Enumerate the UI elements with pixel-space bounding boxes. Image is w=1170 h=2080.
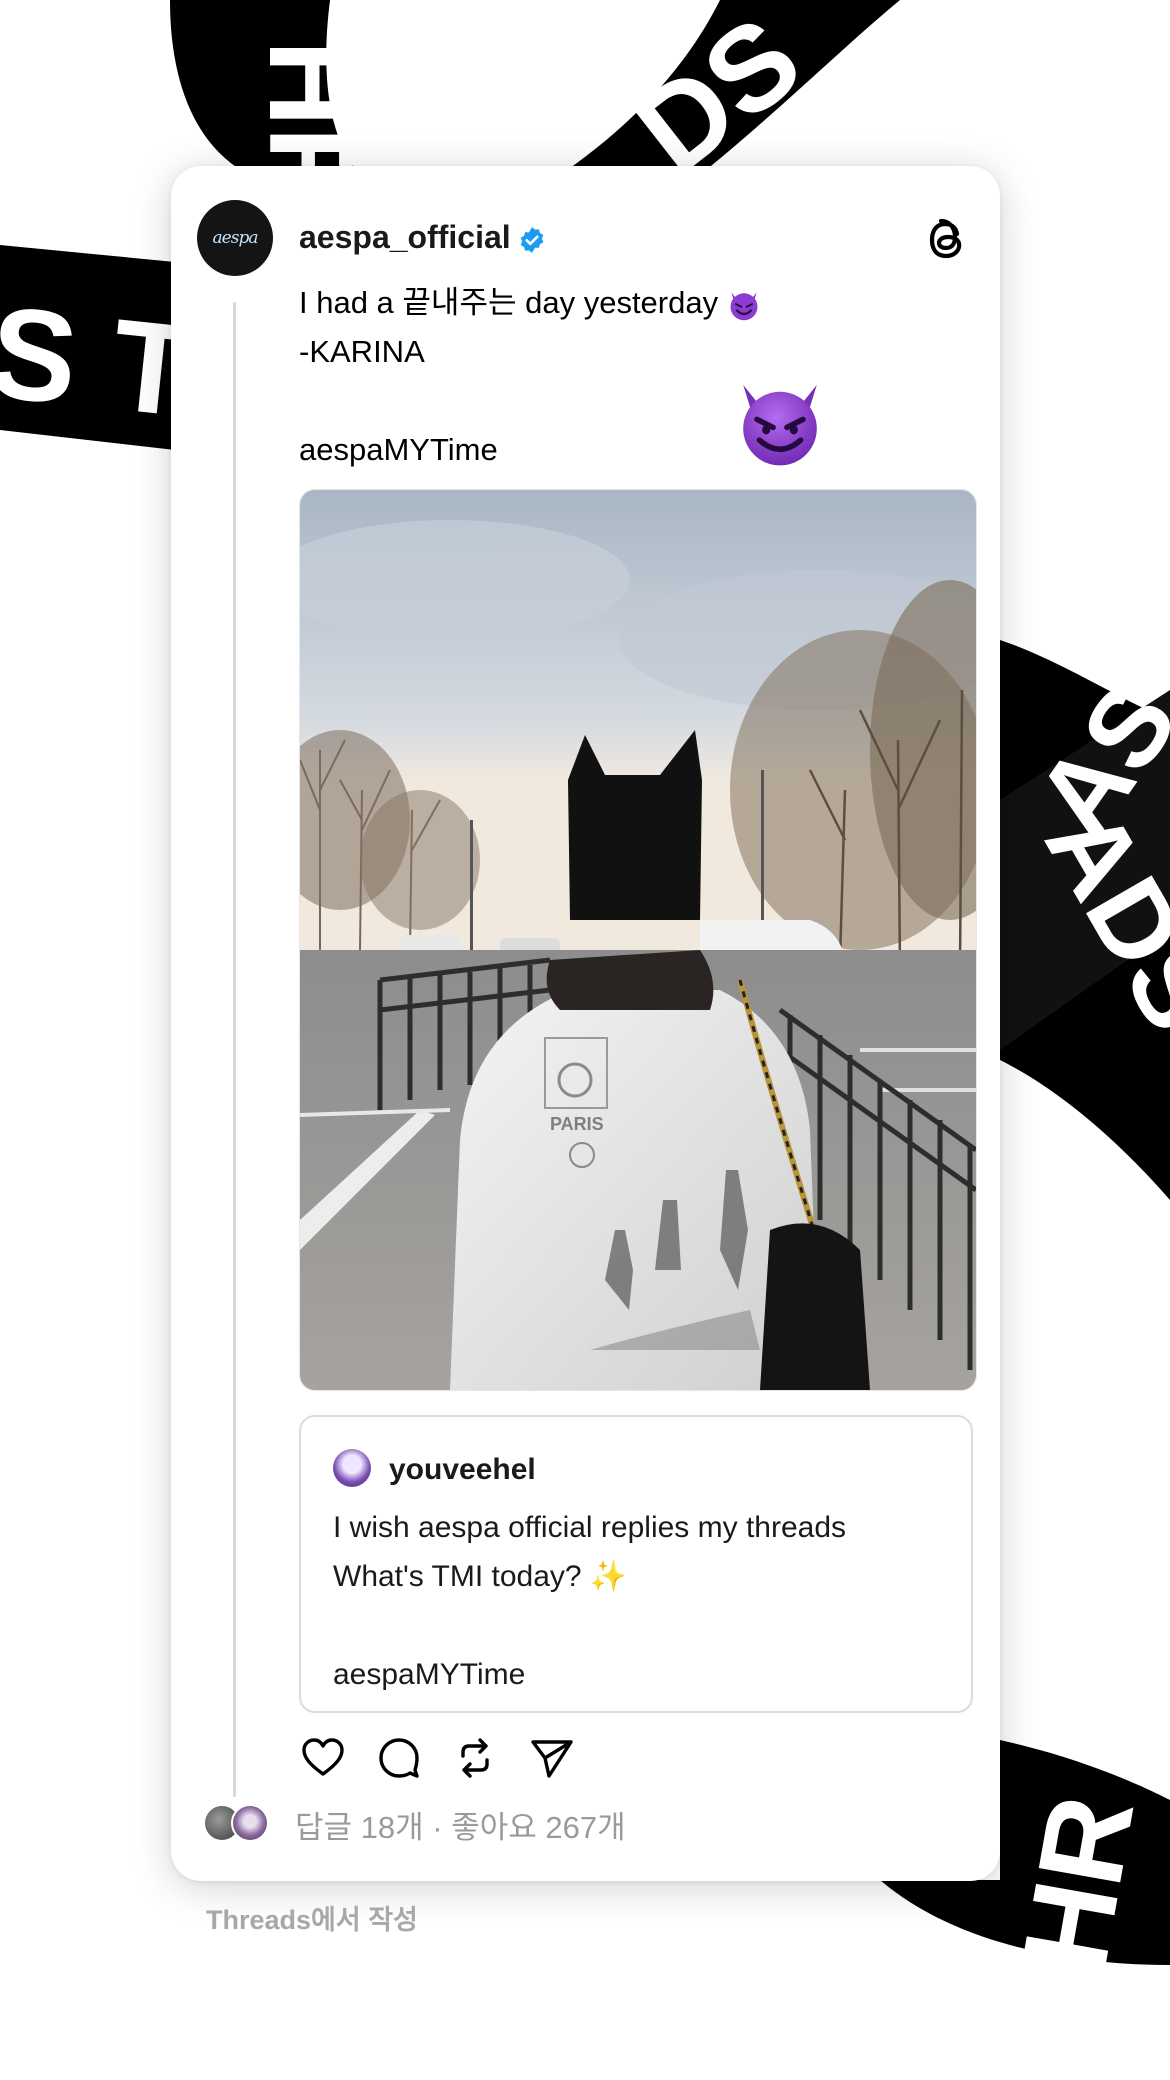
avatar[interactable]: aespa <box>197 200 273 276</box>
quoted-avatar[interactable] <box>333 1449 371 1487</box>
post-line-3 <box>299 376 762 425</box>
quoted-line-1: I wish aespa official replies my threads <box>333 1511 847 1544</box>
reply-avatar <box>231 1804 269 1842</box>
post-photo-image: PARIS <box>300 490 976 1390</box>
threads-logo-icon[interactable] <box>923 214 971 266</box>
sweatshirt-print-text: PARIS <box>550 1114 604 1134</box>
quoted-username[interactable]: youveehel <box>389 1453 536 1487</box>
heart-icon[interactable] <box>299 1734 347 1782</box>
post-hashtag[interactable]: aespaMYTime <box>299 425 762 474</box>
repost-icon[interactable] <box>451 1734 499 1782</box>
comment-icon[interactable] <box>375 1734 423 1782</box>
thread-post-card: aespa aespa_official I had a 끝내주는 day ye… <box>171 166 1000 1881</box>
post-line-1: I had a 끝내주는 day yesterday <box>299 285 719 320</box>
quoted-text: I wish aespa official replies my threads… <box>333 1503 846 1699</box>
post-line-2: -KARINA <box>299 334 425 369</box>
quoted-line-2: What's TMI today? ✨ <box>333 1560 628 1593</box>
smiling-devil-emoji-large-icon <box>743 384 817 466</box>
smiling-devil-emoji-icon <box>730 292 758 321</box>
post-stats[interactable]: 답글 18개 · 좋아요 267개 <box>295 1802 626 1847</box>
username[interactable]: aespa_official <box>299 219 511 256</box>
quoted-post[interactable]: youveehel I wish aespa official replies … <box>299 1415 973 1713</box>
reply-avatars[interactable] <box>203 1804 273 1844</box>
quoted-hashtag[interactable]: aespaMYTime <box>333 1650 846 1699</box>
post-photo[interactable]: PARIS <box>299 489 977 1391</box>
quoted-line-3 <box>333 1601 846 1650</box>
share-send-icon[interactable] <box>527 1734 575 1782</box>
verified-badge-icon <box>520 227 544 253</box>
post-text: I had a 끝내주는 day yesterday -KARINA aespa… <box>299 278 762 474</box>
thread-line <box>233 302 236 1797</box>
posted-on-threads-caption: Threads에서 작성 <box>206 1905 418 1935</box>
avatar-logo-text: aespa <box>212 228 259 248</box>
ribbon-text-left: S T <box>0 278 199 444</box>
